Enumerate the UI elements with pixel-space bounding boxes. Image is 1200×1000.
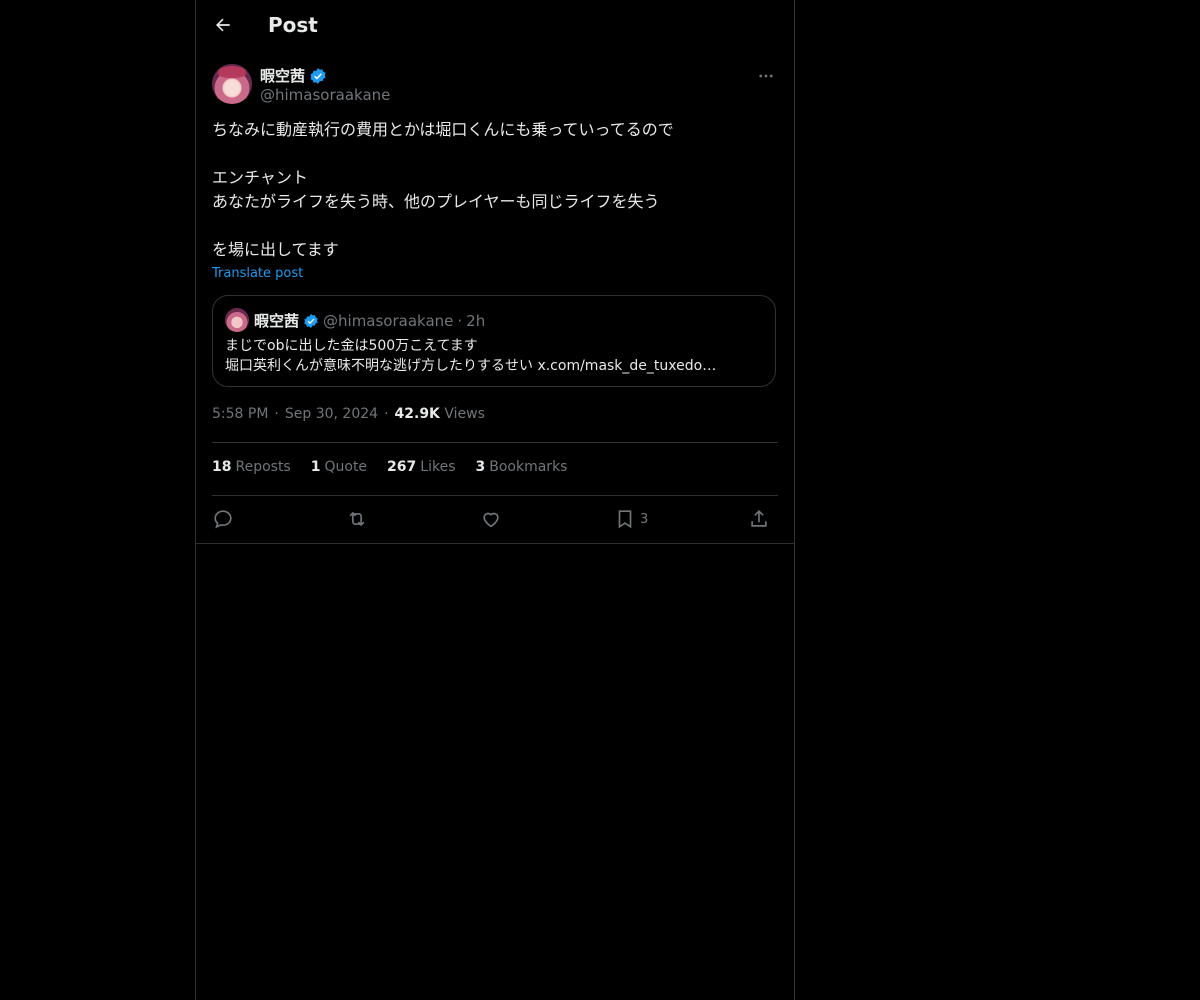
quoted-text: まじでobに出した金は500万こえてます 堀口英利くんが意味不明な逃げ方したりす… — [225, 336, 765, 376]
translate-post-link[interactable]: Translate post — [212, 266, 303, 281]
post-text-line: を場に出してます — [212, 240, 339, 259]
quoted-age: 2h — [466, 311, 486, 330]
reposts-label: Reposts — [235, 459, 291, 475]
views: 42.9K Views — [395, 406, 485, 422]
likes-stat[interactable]: 267 Likes — [387, 459, 455, 475]
verified-badge-icon — [304, 313, 318, 328]
likes-count: 267 — [387, 459, 417, 475]
bookmark-icon — [618, 510, 632, 529]
separator-dot: · — [457, 311, 463, 330]
action-bar: 3 — [212, 506, 778, 532]
arrow-left-icon — [216, 18, 230, 32]
post-text: ちなみに動産執行の費用とかは堀口くんにも乗っていってるので エンチャント あなた… — [212, 118, 778, 262]
post-text-line — [212, 142, 778, 166]
post-bottom-border — [196, 543, 794, 544]
repost-button[interactable] — [346, 506, 368, 532]
back-button[interactable] — [206, 8, 240, 42]
bookmarks-stat[interactable]: 3 Bookmarks — [476, 459, 568, 475]
views-count: 42.9K — [394, 406, 440, 422]
post-text-line: あなたがライフを失う時、他のプレイヤーも同じライフを失う — [212, 192, 660, 211]
quoted-header: 暇空茜 @himasoraakane · 2h — [254, 310, 485, 331]
verified-badge-icon — [310, 67, 326, 84]
display-name-row[interactable]: 暇空茜 — [260, 65, 327, 86]
reply-button[interactable] — [212, 506, 234, 532]
more-options-button[interactable] — [754, 64, 778, 88]
quotes-count: 1 — [310, 459, 321, 475]
like-button[interactable] — [480, 506, 502, 532]
quoted-avatar — [225, 308, 249, 332]
quoted-handle: @himasoraakane — [323, 311, 454, 330]
reply-icon — [214, 510, 232, 529]
separator-dot: · — [384, 406, 389, 422]
user-handle[interactable]: @himasoraakane — [260, 86, 390, 104]
quoted-post[interactable]: 暇空茜 @himasoraakane · 2h まじでobに出した金は500万こ… — [212, 295, 776, 387]
post-text-line: ちなみに動産執行の費用とかは堀口くんにも乗っていってるので — [212, 120, 674, 139]
likes-label: Likes — [420, 459, 456, 475]
post-text-line — [212, 214, 778, 238]
reposts-count: 18 — [212, 459, 232, 475]
bookmark-button[interactable]: 3 — [614, 506, 648, 532]
heart-icon — [483, 512, 499, 528]
avatar[interactable] — [212, 64, 252, 104]
quotes-label: Quote — [324, 459, 368, 475]
bookmark-count: 3 — [640, 511, 649, 527]
engagement-stats: 18 Reposts 1 Quote 267 Likes 3 Bookmarks — [212, 459, 567, 475]
page-header: Post — [196, 0, 794, 54]
post-author: 暇空茜 @himasoraakane — [212, 64, 778, 108]
separator-dot: · — [274, 406, 279, 422]
share-button[interactable] — [748, 506, 770, 532]
bookmarks-count: 3 — [475, 459, 486, 475]
more-horizontal-icon — [759, 74, 773, 78]
quoted-display-name: 暇空茜 — [254, 312, 300, 330]
reposts-stat[interactable]: 18 Reposts — [212, 459, 291, 475]
post-text-line: エンチャント — [212, 168, 308, 187]
post-column: Post 暇空茜 @himasoraakane ちなみに動産執行の費用とかは堀口… — [195, 0, 795, 1000]
share-icon — [751, 510, 767, 527]
repost-icon — [349, 511, 365, 527]
quoted-text-line: まじでobに出した金は500万こえてます — [225, 338, 478, 354]
post-time[interactable]: 5:58 PM — [212, 406, 268, 422]
display-name[interactable]: 暇空茜 — [260, 65, 305, 86]
divider — [212, 442, 778, 443]
bookmarks-label: Bookmarks — [489, 459, 568, 475]
quotes-stat[interactable]: 1 Quote — [311, 459, 367, 475]
divider — [212, 495, 778, 496]
page-title: Post — [268, 13, 318, 37]
views-label: Views — [444, 406, 485, 422]
post-date[interactable]: Sep 30, 2024 — [285, 406, 378, 422]
quoted-text-line: 堀口英利くんが意味不明な逃げ方したりするせい x.com/mask_de_tux… — [225, 358, 717, 374]
post-meta: 5:58 PM · Sep 30, 2024 · 42.9K Views — [212, 406, 485, 422]
